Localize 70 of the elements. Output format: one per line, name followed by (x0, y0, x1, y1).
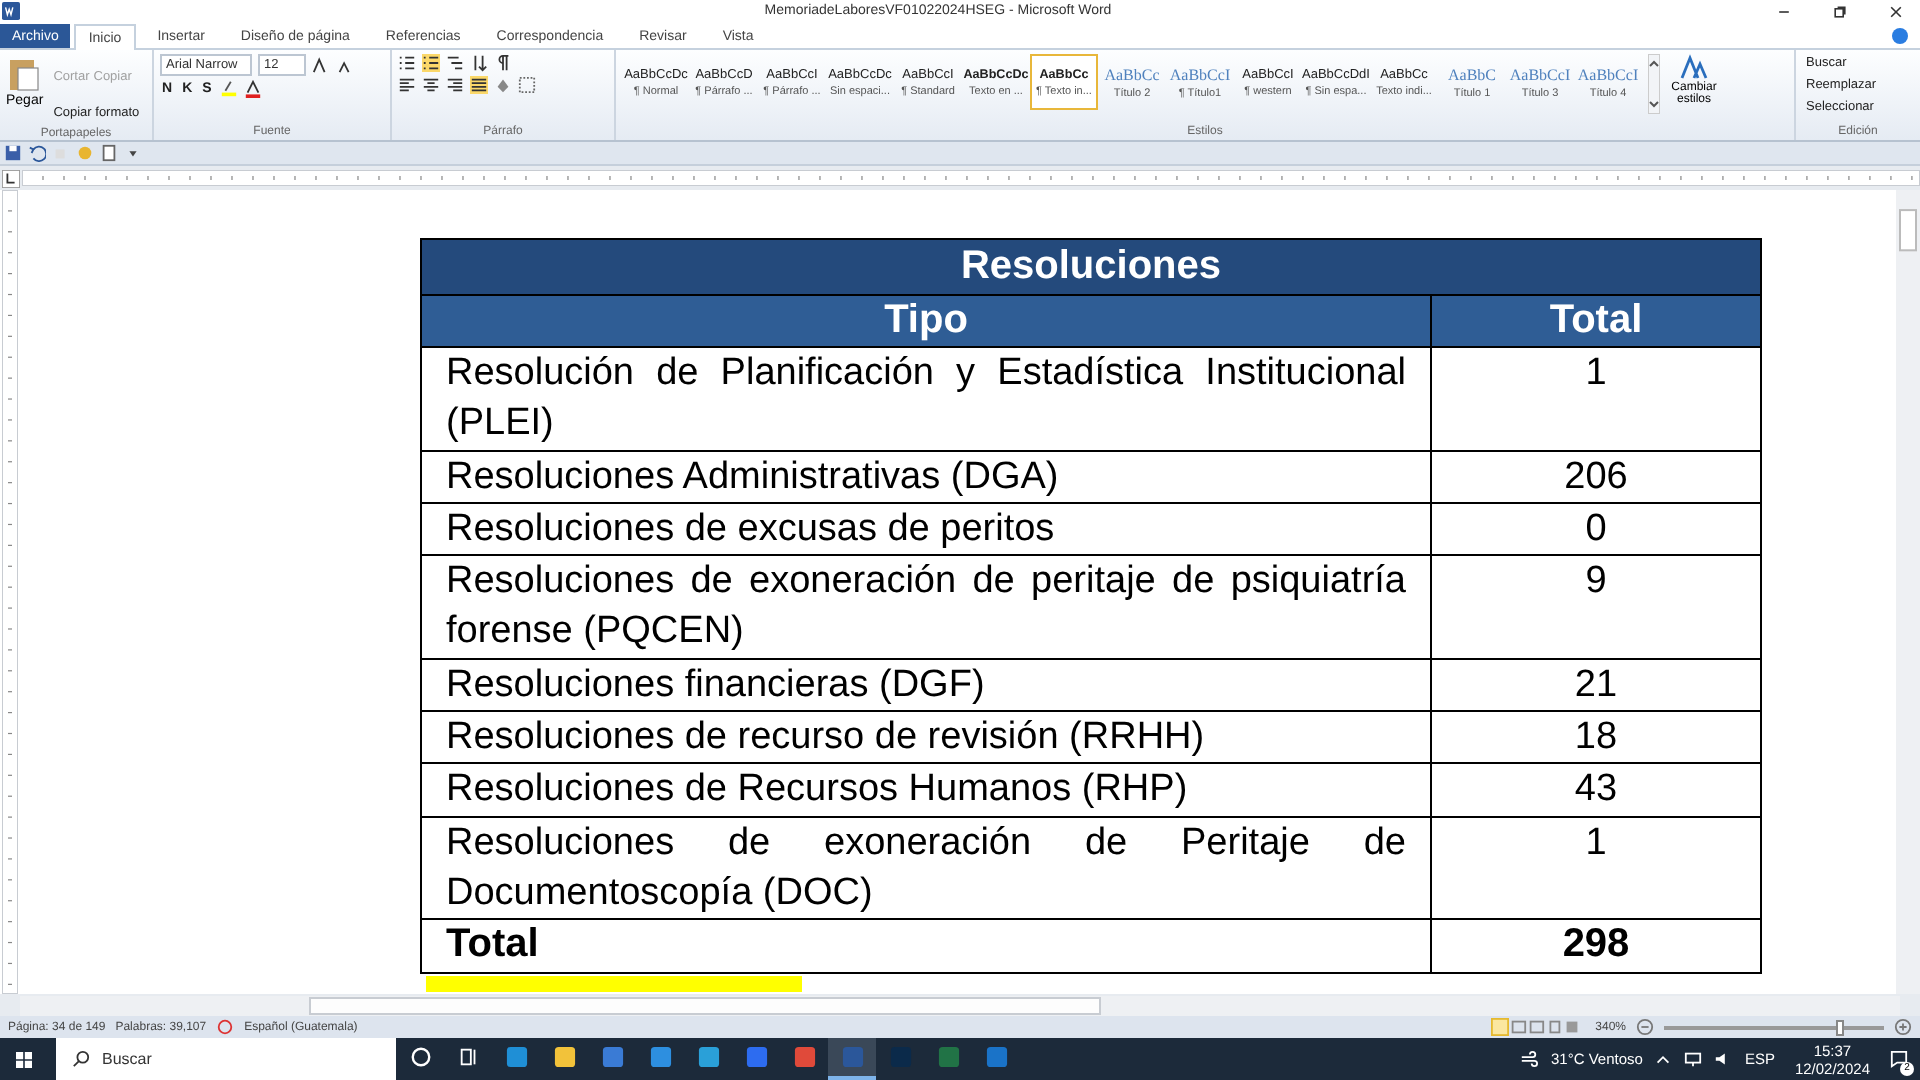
app-icon (697, 1046, 719, 1068)
table-cell: Resolución de Planificación y Estadística Institucional (PLEI) (422, 348, 1432, 450)
proofing-icon[interactable] (216, 1018, 235, 1036)
shrink-font-icon[interactable] (336, 56, 354, 74)
app-icon (649, 1046, 671, 1068)
column-header: Tipo (422, 296, 1432, 346)
font-color-icon[interactable] (243, 80, 262, 98)
zoom-out-icon[interactable] (1636, 1018, 1654, 1036)
table-cell-text: 298 (1560, 920, 1632, 971)
zoom-in-icon[interactable] (1894, 1018, 1912, 1036)
table-cell: Resoluciones de exoneración de peritaje de psiquiatría forense (PQCEN) (422, 556, 1432, 658)
align-left-icon[interactable] (398, 76, 416, 94)
table-cell: Resoluciones de recurso de revisión (RRHH) (422, 712, 1432, 763)
circle-icon (409, 1046, 431, 1068)
sort-icon[interactable] (470, 54, 488, 72)
app-icon (937, 1046, 959, 1068)
table-cell: Resoluciones Administrativas (DGA) (422, 451, 1432, 502)
app-icon (793, 1046, 815, 1068)
clipboard-icon (8, 54, 41, 94)
search-icon (72, 1050, 90, 1068)
table-cell: Resoluciones financieras (DGF) (422, 659, 1432, 711)
app-icon (601, 1046, 623, 1068)
table-cell: Total (422, 920, 1432, 972)
table-cell-text: 9 (1583, 558, 1609, 607)
vertical-scrollbar[interactable] (1896, 190, 1920, 994)
gallery-scroll-icon[interactable] (1648, 54, 1660, 114)
column-header: Total (1432, 296, 1760, 346)
table-cell-text: 18 (1572, 714, 1620, 763)
network-icon[interactable] (1684, 1050, 1703, 1068)
help-icon[interactable] (1892, 28, 1908, 44)
multilevel-list-icon[interactable] (446, 54, 464, 72)
table-cell: Resoluciones de Recursos Humanos (RHP) (422, 764, 1432, 816)
app-icon (553, 1046, 575, 1068)
table-cell-text: 0 (1583, 505, 1609, 554)
task-view-icon (457, 1046, 479, 1068)
save-icon[interactable] (4, 144, 22, 162)
tab-selector-icon[interactable] (2, 169, 20, 187)
notification-icon[interactable] (1890, 1050, 1908, 1068)
table-cell-text: 43 (1572, 766, 1620, 815)
restore-icon[interactable] (1832, 3, 1848, 19)
close-icon[interactable] (1888, 3, 1904, 19)
justify-icon[interactable] (470, 76, 488, 94)
align-center-icon[interactable] (422, 76, 440, 94)
table-cell: Resoluciones de excusas de peritos (422, 503, 1432, 555)
page-icon[interactable] (100, 144, 118, 162)
table-cell-text: 1 (1583, 350, 1609, 398)
pilcrow-icon[interactable] (494, 54, 512, 72)
app-icon (841, 1046, 863, 1068)
highlight-icon[interactable] (219, 80, 238, 98)
wind-icon[interactable] (1520, 1050, 1539, 1068)
undo-icon[interactable] (28, 144, 46, 162)
align-right-icon[interactable] (446, 76, 464, 94)
app-icon (505, 1046, 527, 1068)
grow-font-icon[interactable] (312, 56, 330, 74)
bullets-icon[interactable] (398, 54, 416, 72)
letters-icon (1680, 54, 1708, 82)
table-cell-text: 21 (1572, 661, 1620, 710)
chevron-up-icon[interactable] (1654, 1050, 1673, 1068)
table-cell-text: 206 (1562, 453, 1630, 502)
app-icon (745, 1046, 767, 1068)
zoom-slider-thumb[interactable] (1836, 1019, 1844, 1035)
table-cell: Resoluciones de exoneración de Peritaje de Documentoscopía (DOC) (422, 817, 1432, 919)
horizontal-scrollbar[interactable] (20, 995, 1900, 1015)
borders-icon[interactable] (518, 76, 536, 94)
numbering-icon[interactable] (422, 54, 440, 72)
table-cell-text: 1 (1583, 819, 1609, 868)
app-icon (985, 1046, 1007, 1068)
taskbar-search-field[interactable]: Buscar (56, 1038, 396, 1080)
windows-start-icon[interactable] (14, 1049, 34, 1069)
table-title: Resoluciones (422, 240, 1760, 296)
